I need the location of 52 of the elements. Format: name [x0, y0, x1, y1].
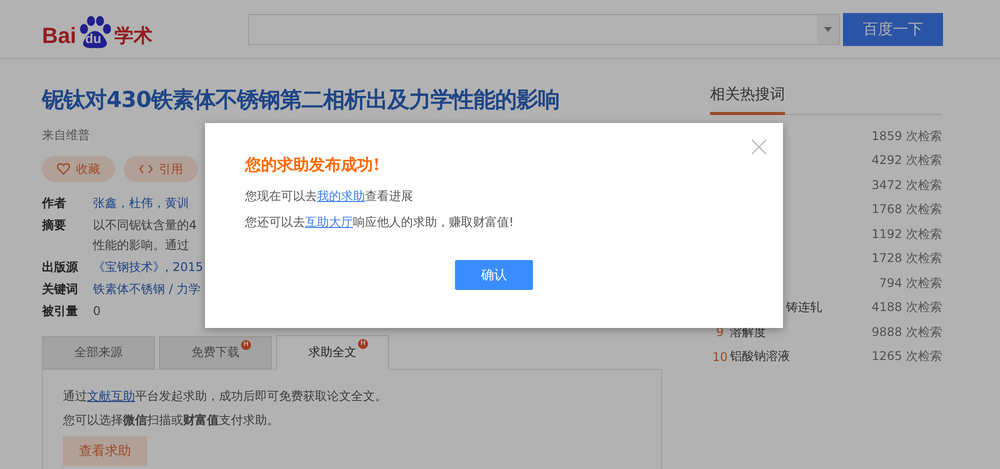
- search-button[interactable]: 百度一下: [843, 12, 943, 46]
- search-field[interactable]: [248, 14, 840, 44]
- logo-text: Bai: [42, 23, 76, 49]
- search-count: 9888 次检索: [872, 324, 942, 341]
- detail-text: 以不同铌钛含量的4: [93, 217, 197, 234]
- detail-link[interactable]: 《宝钢技术》, 2015: [93, 257, 204, 277]
- search-count: 1728 次检索: [872, 250, 942, 268]
- help-platform-link[interactable]: 文献互助: [87, 389, 135, 403]
- cite-button[interactable]: 引用: [124, 156, 198, 182]
- detail-text: 0: [93, 303, 101, 320]
- hot-word-link[interactable]: 铸连轧: [786, 300, 822, 314]
- dialog-link[interactable]: 我的求助: [317, 189, 365, 203]
- dropdown-caret-icon[interactable]: [817, 14, 839, 44]
- close-icon[interactable]: [751, 139, 767, 155]
- search-count: 3472 次检索: [872, 176, 942, 194]
- search-count: 1768 次检索: [872, 201, 942, 218]
- field-label: 作者: [42, 195, 67, 212]
- field-label: 摘要: [42, 217, 67, 234]
- detail-link[interactable]: 铁素体不锈钢 / 力学: [93, 279, 201, 299]
- panel-text: 通过文献互助平台发起求助，成功后即可免费获取论文全文。: [63, 388, 388, 404]
- dialog-link[interactable]: 互助大厅: [305, 215, 353, 229]
- confirm-button[interactable]: 确认: [455, 260, 533, 290]
- view-help-button[interactable]: 查看求助: [63, 436, 147, 466]
- search-count: 4188 次检索: [872, 299, 942, 316]
- rank-number: 10: [711, 350, 729, 364]
- search-count: 1192 次检索: [872, 226, 942, 243]
- favorite-button[interactable]: 收藏: [42, 156, 115, 182]
- hot-word-link[interactable]: 铝酸钠溶液: [730, 349, 790, 364]
- tab-label[interactable]: 免费下载: [192, 344, 240, 361]
- detail-link[interactable]: 张鑫，杜伟，黄训: [93, 193, 189, 213]
- code-brackets-icon: [139, 164, 153, 174]
- logo-text: du: [85, 31, 102, 46]
- search-count: 1265 次检索: [872, 348, 942, 366]
- field-label: 被引量: [42, 303, 79, 320]
- field-label: 关键词: [42, 281, 79, 298]
- search-count: 1859 次检索: [872, 128, 942, 145]
- field-label: 出版源: [42, 259, 79, 276]
- section-title: 相关热搜词: [710, 79, 785, 115]
- paper-title[interactable]: 铌钛对430铁素体不锈钢第二相析出及力学性能的影响: [42, 85, 662, 115]
- search-count: 794 次检索: [879, 274, 942, 292]
- panel-text: 您可以选择微信扫描或财富值支付求助。: [63, 412, 280, 428]
- detail-text: 性能的影响。通过: [93, 237, 189, 254]
- dialog-text: 您还可以去互助大厅响应他人的求助，赚取财富值!: [245, 214, 515, 230]
- tab[interactable]: 全部来源: [42, 336, 155, 369]
- source-note: 来自维普: [42, 127, 91, 144]
- tab-label[interactable]: 求助全文: [308, 344, 356, 361]
- logo-text: 学术: [114, 24, 152, 49]
- tab-label[interactable]: 全部来源: [74, 344, 122, 361]
- dialog-title: 您的求助发布成功!: [245, 155, 382, 176]
- dialog-text: 您现在可以去我的求助查看进展: [245, 188, 414, 204]
- heart-icon: [57, 163, 70, 175]
- search-count: 4292 次检索: [872, 152, 942, 170]
